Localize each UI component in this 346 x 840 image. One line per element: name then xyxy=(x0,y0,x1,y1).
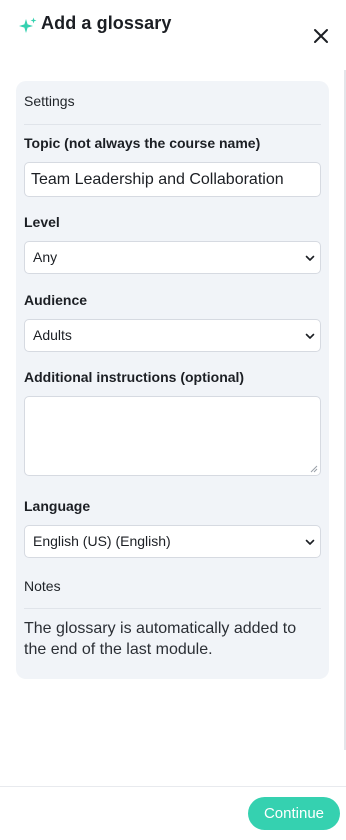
settings-panel: Settings Topic (not always the course na… xyxy=(16,81,329,679)
instructions-label: Additional instructions (optional) xyxy=(24,369,245,385)
dialog-title: Add a glossary xyxy=(41,13,172,33)
divider xyxy=(24,608,321,609)
language-select[interactable]: English (US) (English) xyxy=(24,525,321,558)
audience-label: Audience xyxy=(24,292,88,308)
audience-selected-value: Adults xyxy=(33,327,72,343)
notes-title: Notes xyxy=(24,578,61,594)
sparkle-icon xyxy=(19,17,37,33)
level-select[interactable]: Any xyxy=(24,241,321,274)
level-label: Level xyxy=(24,214,60,230)
footer-divider xyxy=(0,786,346,787)
close-icon[interactable] xyxy=(309,24,333,48)
level-selected-value: Any xyxy=(33,249,58,265)
chevron-down-icon xyxy=(305,333,315,339)
chevron-down-icon xyxy=(305,255,315,261)
audience-select[interactable]: Adults xyxy=(24,319,321,352)
language-selected-value: English (US) (English) xyxy=(33,533,171,549)
notes-text: The glossary is automatically added to t… xyxy=(24,620,297,658)
language-label: Language xyxy=(24,498,91,514)
resize-handle-icon[interactable] xyxy=(310,465,318,473)
instructions-textarea[interactable] xyxy=(24,396,321,476)
topic-label: Topic (not always the course name) xyxy=(24,135,261,151)
divider xyxy=(24,124,321,125)
settings-title: Settings xyxy=(24,93,75,109)
continue-button[interactable]: Continue xyxy=(248,797,340,830)
dialog-header: Add a glossary xyxy=(0,0,346,70)
chevron-down-icon xyxy=(305,539,315,545)
topic-input[interactable]: Team Leadership and Collaboration xyxy=(24,162,321,197)
